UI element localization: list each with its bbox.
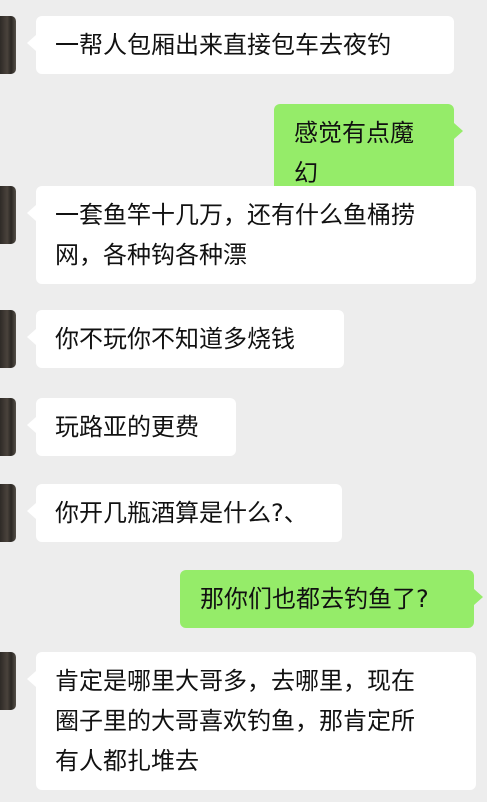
incoming-message-bubble[interactable]: 玩路亚的更费 bbox=[27, 398, 236, 456]
contact-avatar[interactable] bbox=[0, 484, 16, 542]
contact-avatar[interactable] bbox=[0, 652, 16, 710]
incoming-message-bubble[interactable]: 一套鱼竿十几万，还有什么鱼桶捞 网，各种钩各种漂 bbox=[27, 186, 476, 284]
incoming-message-bubble[interactable]: 你不玩你不知道多烧钱 bbox=[27, 310, 344, 368]
contact-avatar[interactable] bbox=[0, 398, 16, 456]
chat-screen: { "colors": { "background": "#ededed", "… bbox=[0, 0, 487, 802]
contact-avatar[interactable] bbox=[0, 186, 16, 244]
incoming-message-bubble[interactable]: 肯定是哪里大哥多，去哪里，现在 圈子里的大哥喜欢钓鱼，那肯定所 有人都扎堆去 bbox=[27, 652, 476, 790]
contact-avatar[interactable] bbox=[0, 310, 16, 368]
contact-avatar[interactable] bbox=[0, 16, 16, 74]
outgoing-message-bubble[interactable]: 那你们也都去钓鱼了? bbox=[180, 570, 483, 628]
incoming-message-bubble[interactable]: 一帮人包厢出来直接包车去夜钓 bbox=[27, 16, 454, 74]
incoming-message-bubble[interactable]: 你开几瓶酒算是什么?、 bbox=[27, 484, 342, 542]
